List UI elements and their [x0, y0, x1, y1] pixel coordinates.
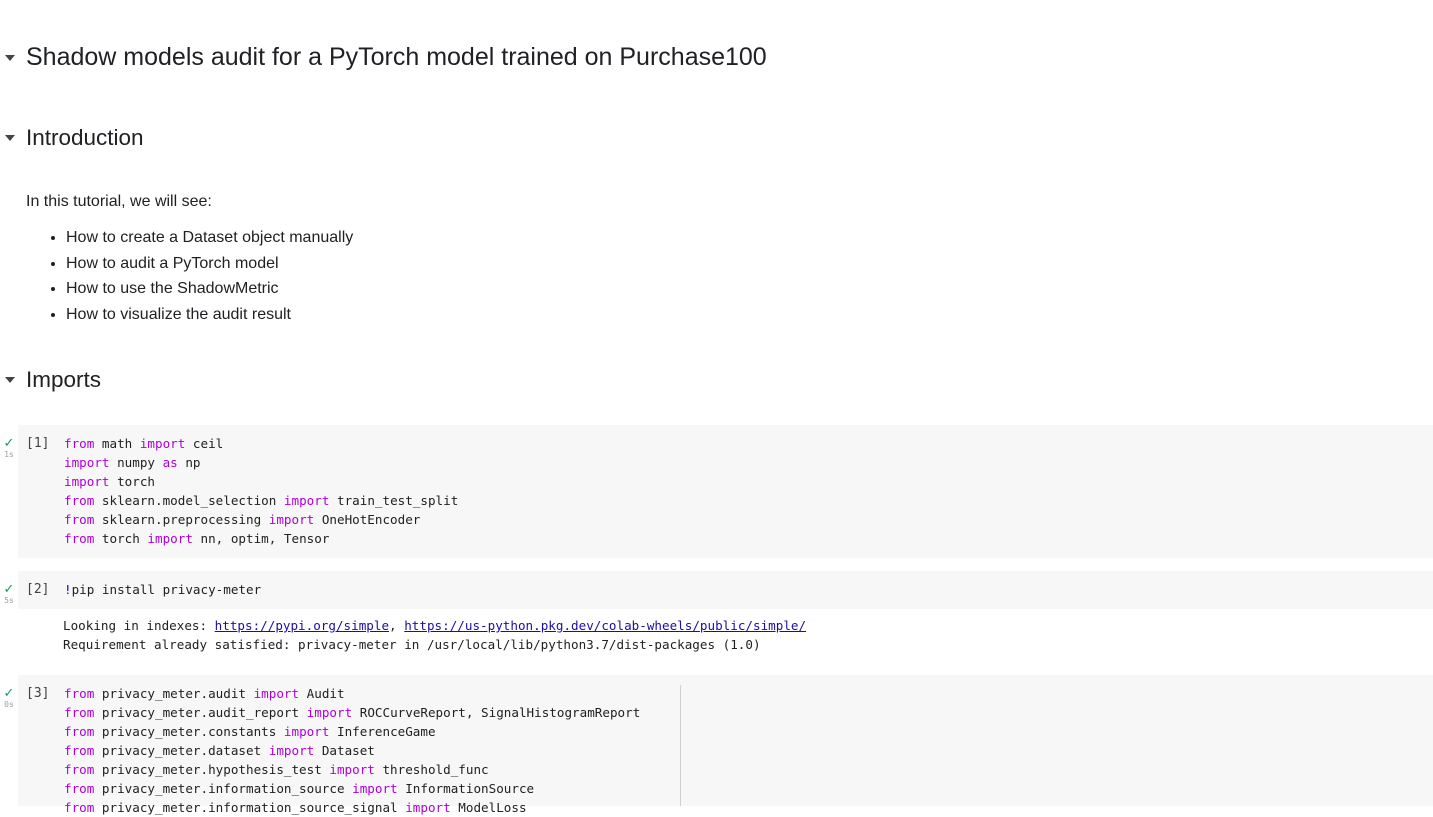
collapse-caret-icon[interactable] — [0, 128, 20, 148]
code-token: math — [94, 436, 140, 451]
cell-run-status[interactable]: ✓ 5s — [0, 581, 18, 605]
code-keyword: import — [306, 705, 353, 720]
code-keyword: import — [283, 493, 330, 508]
code-editor[interactable]: from privacy_meter.audit import Audit fr… — [64, 684, 640, 817]
code-cell-1[interactable]: [1] from math import ceil import numpy a… — [18, 425, 1433, 558]
execution-count: [3] — [26, 686, 50, 701]
code-keyword: from — [64, 512, 95, 527]
code-keyword: import — [329, 762, 375, 777]
code-keyword: import — [253, 686, 300, 701]
section-title-header[interactable]: Shadow models audit for a PyTorch model … — [0, 43, 767, 72]
code-token: torch — [109, 474, 155, 489]
code-token: privacy_meter.information_source_signal — [94, 800, 406, 815]
output-separator: , — [389, 618, 405, 633]
execution-count: [1] — [26, 436, 50, 451]
code-token: torch — [94, 531, 148, 546]
check-icon: ✓ — [3, 581, 15, 596]
code-keyword: import — [147, 531, 193, 546]
intro-text: In this tutorial, we will see: — [26, 193, 212, 210]
code-token: privacy_meter.constants — [94, 724, 284, 739]
code-shell-prefix: ! — [64, 582, 72, 597]
code-token: Dataset — [314, 743, 375, 758]
code-token: ROCCurveReport, SignalHistogramReport — [352, 705, 641, 720]
collapse-caret-icon[interactable] — [0, 370, 20, 390]
code-keyword: from — [64, 724, 95, 739]
code-token: sklearn.model_selection — [94, 493, 284, 508]
run-duration: 0s — [4, 700, 14, 709]
code-keyword: from — [64, 781, 95, 796]
list-item: How to audit a PyTorch model — [66, 254, 353, 280]
code-editor[interactable]: from math import ceil import numpy as np… — [64, 434, 458, 548]
colab-wheels-link[interactable]: https://us-python.pkg.dev/colab-wheels/p… — [404, 618, 806, 633]
code-token: privacy_meter.audit — [94, 686, 254, 701]
collapse-caret-icon[interactable] — [0, 48, 20, 68]
pypi-link[interactable]: https://pypi.org/simple — [215, 618, 389, 633]
code-token: ceil — [185, 436, 224, 451]
code-token: numpy — [109, 455, 163, 470]
code-token: privacy_meter.information_source — [94, 781, 353, 796]
list-item: How to create a Dataset object manually — [66, 228, 353, 254]
code-keyword: from — [64, 493, 95, 508]
list-item: How to visualize the audit result — [66, 305, 353, 331]
code-token: sklearn.preprocessing — [94, 512, 269, 527]
code-keyword: import — [268, 512, 315, 527]
code-token: privacy_meter.audit_report — [94, 705, 307, 720]
code-keyword: import — [283, 724, 330, 739]
code-token: threshold_func — [374, 762, 489, 777]
code-token: privacy_meter.dataset — [94, 743, 269, 758]
cell-run-status[interactable]: ✓ 1s — [0, 435, 18, 459]
check-icon: ✓ — [3, 435, 15, 450]
check-icon: ✓ — [3, 685, 15, 700]
intro-bullet-list: How to create a Dataset object manually … — [26, 228, 353, 330]
code-token: Audit — [299, 686, 345, 701]
code-token: OneHotEncoder — [314, 512, 421, 527]
code-token: InferenceGame — [329, 724, 436, 739]
execution-count: [2] — [26, 582, 50, 597]
run-duration: 5s — [4, 596, 14, 605]
code-keyword: from — [64, 436, 95, 451]
code-editor[interactable]: !pip install privacy-meter — [64, 580, 261, 599]
code-keyword: as — [162, 455, 178, 470]
introduction-heading: Introduction — [26, 125, 144, 150]
code-token: InformationSource — [397, 781, 535, 796]
code-keyword: import — [405, 800, 451, 815]
list-item: How to use the ShadowMetric — [66, 279, 353, 305]
code-token: pip install privacy-meter — [71, 582, 262, 597]
page-title: Shadow models audit for a PyTorch model … — [26, 43, 767, 71]
code-cell-2[interactable]: [2] !pip install privacy-meter — [18, 571, 1433, 609]
run-duration: 1s — [4, 450, 14, 459]
code-keyword: import — [352, 781, 398, 796]
code-keyword: from — [64, 762, 95, 777]
section-introduction-header[interactable]: Introduction — [0, 125, 144, 151]
code-keyword: import — [268, 743, 315, 758]
code-keyword: import — [64, 474, 110, 489]
output-text: Looking in indexes: — [63, 618, 215, 633]
section-imports-header[interactable]: Imports — [0, 367, 101, 393]
cell-run-status[interactable]: ✓ 0s — [0, 685, 18, 709]
code-cell-3[interactable]: [3] from privacy_meter.audit import Audi… — [18, 675, 1433, 815]
code-keyword: from — [64, 800, 95, 815]
code-keyword: import — [64, 455, 110, 470]
code-token: privacy_meter.hypothesis_test — [94, 762, 330, 777]
code-keyword: import — [139, 436, 186, 451]
code-keyword: from — [64, 686, 95, 701]
code-token: nn, optim, Tensor — [192, 531, 330, 546]
code-token: np — [177, 455, 201, 470]
code-keyword: from — [64, 705, 95, 720]
editor-ruler-line — [680, 685, 681, 806]
code-keyword: from — [64, 743, 95, 758]
imports-heading: Imports — [26, 367, 102, 392]
cell-output: Looking in indexes: https://pypi.org/sim… — [63, 617, 806, 654]
output-text: Requirement already satisfied: privacy-m… — [63, 636, 761, 652]
code-token: ModelLoss — [450, 800, 527, 815]
code-token: train_test_split — [329, 493, 459, 508]
code-keyword: from — [64, 531, 95, 546]
